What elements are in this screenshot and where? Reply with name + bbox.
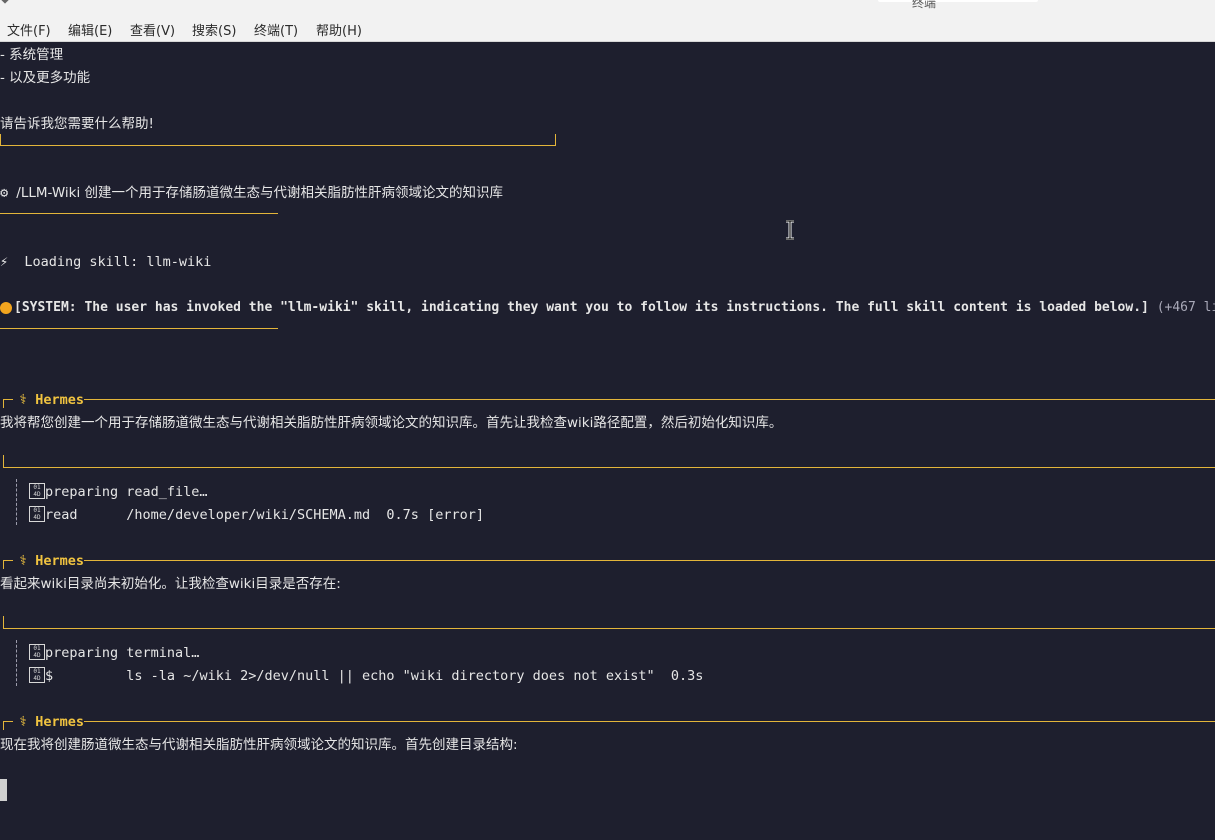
- hermes-box-3-left-top: [3, 721, 4, 730]
- hermes-box-2-top-left: [3, 560, 13, 561]
- window-titlebar: 终端: [0, 0, 1215, 14]
- command-line: ⚙ /LLM-Wiki 创建一个用于存储肠道微生态与代谢相关脂肪性肝病领域论文的…: [0, 184, 503, 202]
- unknown-glyph-box-icon: 01 4D: [29, 483, 45, 499]
- hermes-box-2-left-top: [3, 560, 4, 569]
- system-message: [SYSTEM: The user has invoked the "llm-w…: [14, 300, 1149, 315]
- terminal-cursor: [0, 779, 7, 801]
- output-line-help-prompt: 请告诉我您需要什么帮助!: [0, 116, 154, 132]
- system-message-more[interactable]: (+467 lines): [1157, 300, 1215, 315]
- window-title-tab: [878, 0, 1038, 2]
- command-text: /LLM-Wiki 创建一个用于存储肠道微生态与代谢相关脂肪性肝病领域论文的知识…: [16, 185, 504, 201]
- loading-line: ⚡ Loading skill: llm-wiki: [0, 253, 211, 271]
- menu-search[interactable]: 搜索(S): [192, 20, 236, 39]
- tool-2-result-line: 01 4D $ ls -la ~/wiki 2>/dev/null || echo …: [29, 667, 703, 685]
- tool-1-status: [error]: [427, 507, 484, 523]
- menu-help[interactable]: 帮助(H): [316, 20, 362, 39]
- system-message-line: [SYSTEM: The user has invoked the "llm-w…: [14, 299, 1215, 317]
- lightning-icon: ⚡: [0, 254, 9, 270]
- hermes-header-2: ⚕ Hermes: [19, 552, 84, 570]
- tool-2-command: ls -la ~/wiki 2>/dev/null || echo "wiki …: [126, 668, 655, 684]
- text-ibeam-cursor-icon: [786, 220, 794, 240]
- menu-terminal[interactable]: 终端(T): [254, 20, 298, 39]
- hermes-box-1-left-top: [3, 399, 4, 408]
- agent-name: Hermes: [35, 714, 85, 730]
- tool-1-verb: read: [45, 507, 78, 523]
- tool-call-1-rail: [16, 479, 17, 525]
- tool-2-prepare-line: 01 4D preparing terminal…: [29, 644, 199, 662]
- status-dot-icon: [0, 302, 12, 314]
- loading-text: Loading skill: llm-wiki: [24, 254, 212, 270]
- tool-1-time: 0.7s: [386, 507, 419, 523]
- hermes-box-2-top-right: [84, 560, 1215, 561]
- gear-icon: ⚙: [0, 185, 9, 201]
- hermes-box-1-top-left: [3, 399, 13, 400]
- box-border-left: [0, 134, 1, 145]
- hermes-box-3-top-left: [3, 721, 13, 722]
- menu-bar: 文件(F) 编辑(E) 查看(V) 搜索(S) 终端(T) 帮助(H): [0, 14, 1215, 42]
- tool-2-verb: $: [45, 668, 54, 684]
- hermes-header-1: ⚕ Hermes: [19, 391, 84, 409]
- command-underline: [0, 213, 278, 214]
- hermes-box-2-bottom: [3, 628, 1215, 629]
- output-line-system-management: - 系统管理: [0, 47, 64, 63]
- hermes-box-3-top-right: [84, 721, 1215, 722]
- agent-name: Hermes: [35, 392, 85, 408]
- tool-1-prepare-line: 01 4D preparing read_file…: [29, 483, 208, 501]
- terminal-area[interactable]: - 系统管理 - 以及更多功能 请告诉我您需要什么帮助! ⚙ /LLM-Wiki…: [0, 42, 1215, 840]
- hermes-header-3: ⚕ Hermes: [19, 713, 84, 731]
- tool-1-result-line: 01 4D read /home/developer/wiki/SCHEMA.md …: [29, 506, 484, 524]
- tool-1-path: /home/developer/wiki/SCHEMA.md: [126, 507, 371, 523]
- window-title: 终端: [912, 0, 937, 10]
- agent-reply-1: 我将帮您创建一个用于存储肠道微生态与代谢相关脂肪性肝病领域论文的知识库。首先让我…: [0, 415, 783, 431]
- caduceus-icon: ⚕: [19, 392, 28, 408]
- agent-name: Hermes: [35, 553, 85, 569]
- unknown-glyph-box-icon: 01 4D: [29, 506, 45, 522]
- caduceus-icon: ⚕: [19, 714, 28, 730]
- agent-reply-3: 现在我将创建肠道微生态与代谢相关脂肪性肝病领域论文的知识库。首先创建目录结构:: [0, 737, 518, 753]
- hermes-box-1-bottom: [3, 467, 1215, 468]
- output-line-more-features: - 以及更多功能: [0, 70, 91, 86]
- tool-1-prepare-text: preparing read_file…: [45, 484, 208, 500]
- window-menu-icon[interactable]: [0, 0, 11, 4]
- menu-view[interactable]: 查看(V): [130, 20, 175, 39]
- tool-2-time: 0.3s: [670, 668, 704, 684]
- box-border-right: [555, 134, 556, 145]
- menu-edit[interactable]: 编辑(E): [68, 20, 112, 39]
- unknown-glyph-box-icon: 01 4D: [29, 667, 45, 683]
- unknown-glyph-box-icon: 01 4D: [29, 644, 45, 660]
- agent-reply-2: 看起来wiki目录尚未初始化。让我检查wiki目录是否存在:: [0, 576, 341, 592]
- tool-2-prepare-text: preparing terminal…: [45, 645, 200, 661]
- menu-file[interactable]: 文件(F): [7, 20, 51, 39]
- tool-call-2-rail: [16, 640, 17, 686]
- hermes-box-1-top-right: [84, 399, 1215, 400]
- hermes-box-2-left-bottom: [3, 616, 4, 628]
- caduceus-icon: ⚕: [19, 553, 28, 569]
- hermes-box-1-left-bottom: [3, 455, 4, 467]
- box-border-bottom: [0, 145, 556, 146]
- system-underline: [0, 328, 278, 329]
